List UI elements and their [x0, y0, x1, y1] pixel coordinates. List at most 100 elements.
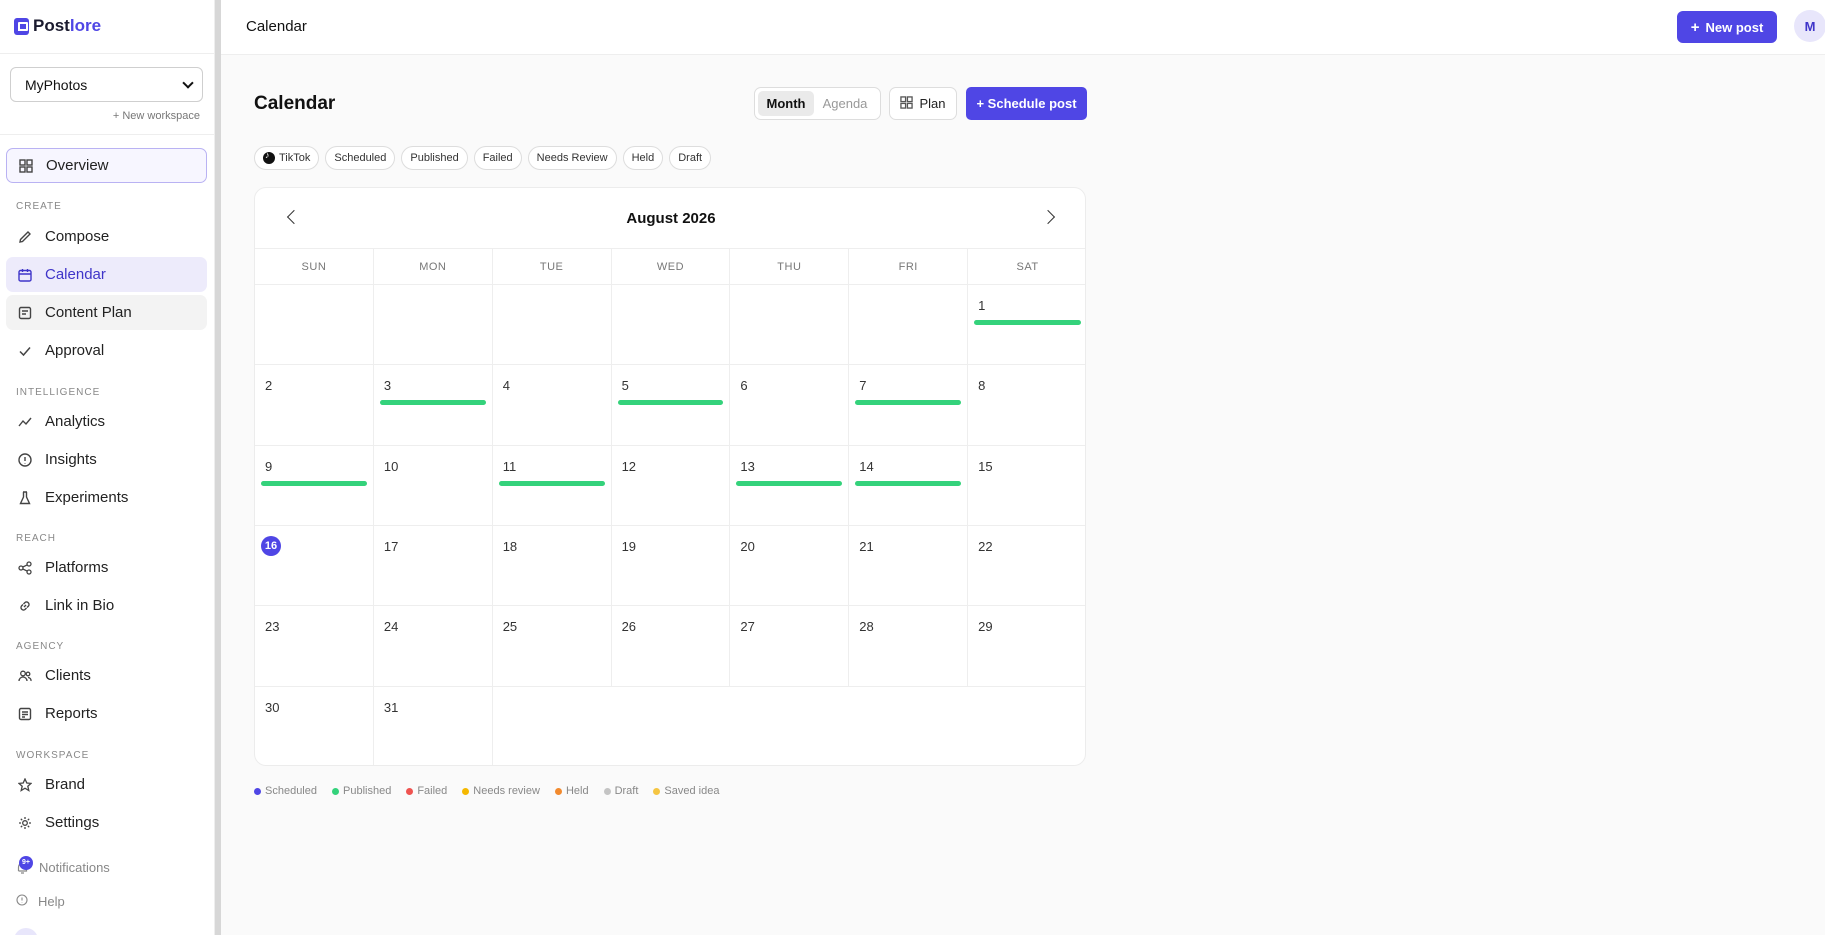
calendar-day-cell[interactable]: 29 — [968, 606, 1085, 687]
day-number: 7 — [859, 378, 867, 394]
workspace-select[interactable]: MyPhotos — [10, 67, 203, 102]
calendar-day-cell[interactable]: 30 — [255, 686, 374, 765]
plan-button[interactable]: Plan — [889, 87, 957, 120]
sidebar-item-calendar[interactable]: Calendar — [6, 257, 207, 292]
calendar-day-cell[interactable]: 21 — [849, 526, 969, 607]
sidebar-item-compose[interactable]: Compose — [6, 219, 207, 254]
calendar-day-cell[interactable]: 15 — [968, 446, 1085, 526]
calendar-day-cell[interactable]: 11 — [492, 445, 612, 526]
filter-chip-tiktok[interactable]: TikTok — [254, 146, 320, 170]
calendar-day-cell[interactable]: 24 — [373, 606, 493, 687]
calendar-day-cell[interactable]: 8 — [968, 365, 1085, 446]
legend-dot-icon — [653, 787, 661, 795]
sidebar-item-settings[interactable]: Settings — [6, 805, 207, 840]
today-day-number: 16 — [261, 536, 281, 556]
calendar-day-cell[interactable]: 31 — [374, 686, 493, 765]
published-post-bar[interactable] — [617, 400, 724, 406]
sidebar-item-experiments[interactable]: Experiments — [6, 480, 207, 515]
sidebar-item-brand[interactable]: Brand — [6, 767, 207, 802]
calendar-day-cell[interactable]: 18 — [492, 526, 612, 607]
filter-chip-draft[interactable]: Draft — [669, 146, 712, 170]
calendar-day-cell[interactable]: 16 — [255, 526, 374, 607]
avatar[interactable]: M — [1794, 10, 1825, 42]
sidebar-item-insights[interactable]: Insights — [6, 442, 207, 477]
section-label-intelligence: INTELLIGENCE — [16, 387, 101, 398]
sidebar-item-approval[interactable]: Approval — [6, 333, 207, 368]
calendar-day-cell[interactable]: 10 — [373, 445, 493, 526]
sidebar-item-clients[interactable]: Clients — [6, 658, 207, 693]
weekday-label: SUN — [255, 249, 374, 284]
filter-chip-scheduled[interactable]: Scheduled — [325, 146, 396, 170]
grid-icon — [18, 158, 34, 174]
gear-icon — [17, 815, 33, 831]
sidebar-item-link-in-bio[interactable]: Link in Bio — [6, 588, 207, 623]
calendar-day-cell[interactable]: 2 — [255, 365, 374, 446]
tab-month[interactable]: Month — [758, 91, 814, 116]
calendar-day-cell[interactable]: 19 — [611, 526, 731, 607]
calendar-day-cell[interactable]: 1 — [968, 285, 1085, 366]
calendar-empty-cell — [730, 285, 850, 366]
logo[interactable]: Post lore — [14, 16, 101, 36]
published-post-bar[interactable] — [498, 480, 605, 486]
filter-chip-failed[interactable]: Failed — [473, 146, 522, 170]
sidebar-item-analytics[interactable]: Analytics — [6, 404, 207, 439]
calendar-day-cell[interactable]: 20 — [730, 526, 850, 607]
sidebar-item-reports[interactable]: Reports — [6, 696, 207, 731]
published-post-bar[interactable] — [974, 320, 1081, 325]
calendar-grid: 1 2 3 4 5 6 7 8 9 10 11 12 13 14 15 16 17 18 19 20 21 22 23 24 2… — [255, 285, 1085, 765]
calendar-day-cell[interactable]: 25 — [492, 606, 612, 687]
sidebar-scrollbar[interactable] — [215, 0, 221, 935]
user-avatar-partial[interactable] — [14, 928, 38, 935]
published-post-bar[interactable] — [379, 400, 486, 406]
calendar-day-cell[interactable]: 27 — [730, 606, 850, 687]
calendar-day-cell[interactable]: 5 — [611, 365, 731, 446]
calendar-day-cell[interactable]: 23 — [255, 606, 374, 687]
published-post-bar[interactable] — [855, 480, 962, 486]
topbar-title: Calendar — [246, 18, 307, 35]
legend-label: Saved idea — [664, 785, 720, 797]
calendar-day-cell[interactable]: 17 — [373, 526, 493, 607]
new-post-button[interactable]: + New post — [1677, 11, 1777, 43]
calendar-day-cell[interactable]: 3 — [373, 365, 493, 446]
calendar-day-cell[interactable]: 12 — [611, 445, 731, 526]
help-link[interactable]: Help — [16, 894, 65, 909]
section-label-workspace: WORKSPACE — [16, 750, 90, 761]
calendar-day-cell[interactable]: 14 — [849, 445, 969, 526]
tab-agenda[interactable]: Agenda — [814, 91, 876, 116]
sidebar-item-platforms[interactable]: Platforms — [6, 550, 207, 585]
sidebar-item-overview[interactable]: Overview — [6, 148, 207, 183]
filter-chips: TikTok Scheduled Published Failed Needs … — [254, 146, 712, 170]
weekday-label: MON — [374, 249, 493, 284]
day-number: 25 — [502, 619, 518, 635]
calendar-day-cell[interactable]: 9 — [255, 445, 374, 526]
users-icon — [17, 668, 33, 684]
published-post-bar[interactable] — [855, 400, 962, 406]
legend-dot-icon — [254, 787, 261, 795]
sidebar-item-content-plan[interactable]: Content Plan — [6, 295, 207, 330]
day-number: 30 — [265, 699, 280, 715]
calendar-day-cell[interactable]: 26 — [611, 606, 731, 687]
calendar-day-cell[interactable]: 22 — [968, 526, 1085, 607]
legend-dot-icon — [406, 787, 414, 795]
published-post-bar[interactable] — [736, 480, 843, 486]
day-number: 20 — [740, 539, 755, 554]
filter-chip-held[interactable]: Held — [622, 146, 664, 170]
filter-chip-needs-review[interactable]: Needs Review — [527, 146, 617, 170]
published-post-bar[interactable] — [261, 480, 367, 486]
calendar-day-cell[interactable]: 13 — [730, 445, 850, 526]
section-label-create: CREATE — [16, 201, 62, 212]
section-label-reach: REACH — [16, 533, 57, 544]
schedule-post-button[interactable]: + Schedule post — [966, 87, 1087, 120]
notifications-link[interactable]: 9+ Notifications — [16, 855, 110, 875]
calendar-day-cell[interactable]: 6 — [730, 365, 850, 446]
sidebar-divider — [0, 53, 215, 54]
calendar-day-cell[interactable]: 4 — [492, 365, 612, 446]
share-nodes-icon — [17, 560, 33, 576]
filter-chip-published[interactable]: Published — [401, 146, 468, 170]
calendar-day-cell[interactable]: 7 — [849, 365, 969, 446]
weekday-label: SAT — [1016, 260, 1039, 273]
grid-icon — [900, 95, 914, 112]
new-workspace-link[interactable]: + New workspace — [113, 110, 200, 122]
calendar-day-cell[interactable]: 28 — [849, 606, 969, 687]
notifications-badge: 9+ — [19, 855, 33, 870]
